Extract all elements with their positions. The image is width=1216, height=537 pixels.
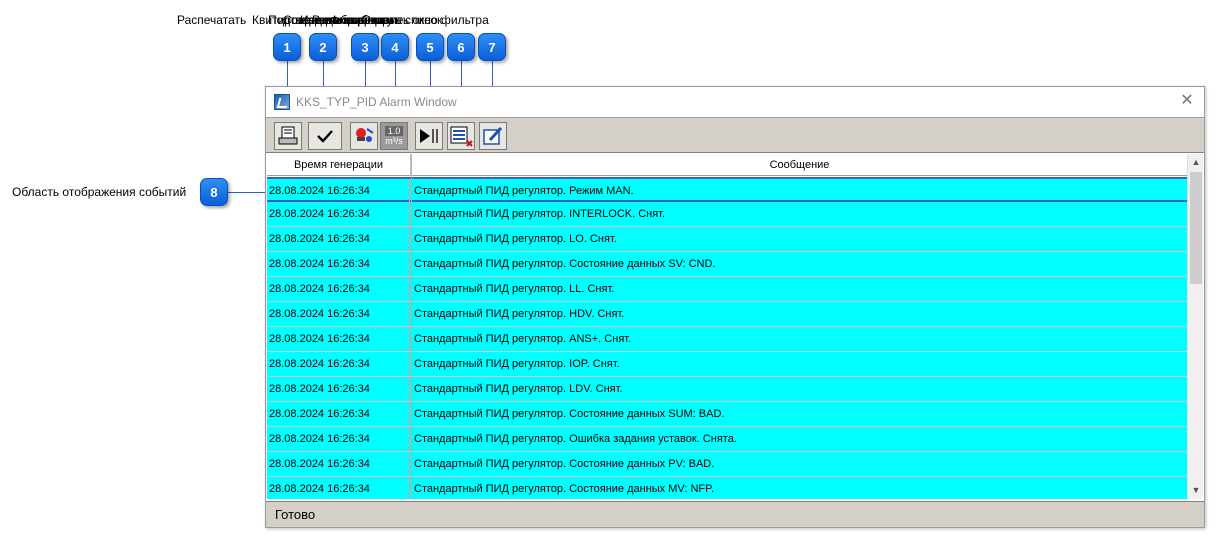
- cell-message: Стандартный ПИД регулятор. LDV. Снят.: [414, 383, 623, 395]
- callout-2: 2: [309, 33, 337, 61]
- table-row[interactable]: 28.08.2024 16:26:34 Стандартный ПИД регул…: [267, 252, 1187, 277]
- units-value: 1.0: [384, 126, 404, 136]
- window-title: KKS_TYP_PID Alarm Window: [296, 95, 457, 109]
- cell-message: Стандартный ПИД регулятор. Состояние дан…: [414, 408, 725, 420]
- cell-time: 28.08.2024 16:26:34: [269, 302, 410, 326]
- units-button[interactable]: 1.0 m³/s: [380, 122, 408, 150]
- edit-button[interactable]: [479, 122, 507, 150]
- alarm-filter-button[interactable]: [350, 122, 378, 150]
- label-edit: Редактирование: [312, 13, 404, 27]
- alarm-window: KKS_TYP_PID Alarm Window ✕ 1.0 m³/s ⌄ Вр…: [265, 86, 1205, 528]
- cell-message: Стандартный ПИД регулятор. Ошибка задани…: [414, 433, 737, 445]
- column-header-time[interactable]: ⌄ Время генерации: [267, 154, 411, 176]
- pause-button[interactable]: [415, 122, 443, 150]
- table-row[interactable]: 28.08.2024 16:26:34 Стандартный ПИД регул…: [267, 402, 1187, 427]
- table-row[interactable]: 28.08.2024 16:26:34 Стандартный ПИД регул…: [267, 327, 1187, 352]
- status-bar: Готово: [266, 501, 1204, 527]
- column-separator: [411, 154, 412, 499]
- fix-list-button[interactable]: [447, 122, 475, 150]
- cell-time: 28.08.2024 16:26:34: [269, 452, 410, 476]
- cell-time: 28.08.2024 16:26:34: [269, 352, 410, 376]
- callout-1: 1: [273, 33, 301, 61]
- cell-message: Стандартный ПИД регулятор. LL. Снят.: [414, 283, 615, 295]
- cell-message: Стандартный ПИД регулятор. Состояние дан…: [414, 258, 716, 270]
- list-delete-icon: [450, 126, 473, 147]
- toolbar: 1.0 m³/s: [266, 117, 1204, 153]
- label-print: Распечатать: [177, 13, 247, 27]
- table-row[interactable]: 28.08.2024 16:26:34 Стандартный ПИД регул…: [267, 177, 1187, 203]
- sort-chevron-icon: ⌄: [336, 158, 343, 167]
- close-icon[interactable]: ✕: [1178, 92, 1196, 110]
- scroll-down-icon[interactable]: ▼: [1188, 482, 1203, 499]
- cell-time: 28.08.2024 16:26:34: [269, 327, 410, 351]
- table-row[interactable]: 28.08.2024 16:26:34 Стандартный ПИД регул…: [267, 352, 1187, 377]
- cell-message: Стандартный ПИД регулятор. HDV. Снят.: [414, 308, 625, 320]
- callout-7: 7: [478, 33, 506, 61]
- cell-message: Стандартный ПИД регулятор. Состояние дан…: [414, 483, 715, 495]
- cell-time: 28.08.2024 16:26:34: [269, 427, 410, 451]
- cell-message: Стандартный ПИД регулятор. INTERLOCK. Сн…: [414, 208, 666, 220]
- cell-time: 28.08.2024 16:26:34: [269, 252, 410, 276]
- table-row[interactable]: 28.08.2024 16:26:34 Стандартный ПИД регул…: [267, 227, 1187, 252]
- cell-time: 28.08.2024 16:26:34: [269, 477, 410, 499]
- leader-line-8: [228, 192, 268, 193]
- callout-6: 6: [447, 33, 475, 61]
- title-bar[interactable]: KKS_TYP_PID Alarm Window ✕: [266, 87, 1204, 117]
- events-grid[interactable]: ⌄ Время генерации Сообщение 28.08.2024 1…: [267, 154, 1203, 499]
- callout-3: 3: [351, 33, 379, 61]
- alarm-filter-icon: [356, 128, 374, 142]
- vertical-scrollbar[interactable]: ▲ ▼: [1187, 154, 1203, 499]
- table-row[interactable]: 28.08.2024 16:26:34 Стандартный ПИД регул…: [267, 477, 1187, 499]
- table-row[interactable]: 28.08.2024 16:26:34 Стандартный ПИД регул…: [267, 427, 1187, 452]
- check-icon: [317, 130, 333, 143]
- grid-header: ⌄ Время генерации Сообщение: [267, 154, 1187, 176]
- play-pause-icon: [420, 129, 438, 143]
- table-row[interactable]: 28.08.2024 16:26:34 Стандартный ПИД регул…: [267, 277, 1187, 302]
- print-button[interactable]: [274, 122, 302, 150]
- callout-8: 8: [200, 178, 228, 206]
- label-events-area: Область отображения событий: [12, 185, 187, 199]
- callout-4: 4: [381, 33, 409, 61]
- print-icon: [278, 126, 298, 145]
- cell-time: 28.08.2024 16:26:34: [269, 277, 410, 301]
- scroll-thumb[interactable]: [1190, 172, 1202, 284]
- scroll-up-icon[interactable]: ▲: [1188, 154, 1203, 171]
- app-icon: [274, 94, 290, 110]
- units-label: m³/s: [385, 136, 403, 146]
- table-row[interactable]: 28.08.2024 16:26:34 Стандартный ПИД регул…: [267, 302, 1187, 327]
- acknowledge-button[interactable]: [308, 122, 342, 150]
- cell-time: 28.08.2024 16:26:34: [269, 402, 410, 426]
- status-text: Готово: [275, 507, 316, 522]
- table-row[interactable]: 28.08.2024 16:26:34 Стандартный ПИД регул…: [267, 452, 1187, 477]
- cell-time: 28.08.2024 16:26:34: [269, 227, 410, 251]
- cell-message: Стандартный ПИД регулятор. IOP. Снят.: [414, 358, 620, 370]
- cell-message: Стандартный ПИД регулятор. Режим MAN.: [414, 185, 634, 197]
- callout-5: 5: [416, 33, 444, 61]
- event-rows: 28.08.2024 16:26:34 Стандартный ПИД регул…: [267, 177, 1187, 499]
- page: Распечатать Квитировать выбранные Подтве…: [0, 0, 1216, 537]
- table-row[interactable]: 28.08.2024 16:26:34 Стандартный ПИД регул…: [267, 202, 1187, 227]
- cell-time: 28.08.2024 16:26:34: [269, 202, 410, 226]
- cell-message: Стандартный ПИД регулятор. Состояние дан…: [414, 458, 715, 470]
- cell-message: Стандартный ПИД регулятор. LO. Снят.: [414, 233, 617, 245]
- table-row[interactable]: 28.08.2024 16:26:34 Стандартный ПИД регул…: [267, 377, 1187, 402]
- cell-time: 28.08.2024 16:26:34: [269, 179, 410, 203]
- cell-time: 28.08.2024 16:26:34: [269, 377, 410, 401]
- edit-icon: [483, 126, 503, 145]
- column-header-message[interactable]: Сообщение: [412, 154, 1187, 176]
- cell-message: Стандартный ПИД регулятор. ANS+. Снят.: [414, 333, 632, 345]
